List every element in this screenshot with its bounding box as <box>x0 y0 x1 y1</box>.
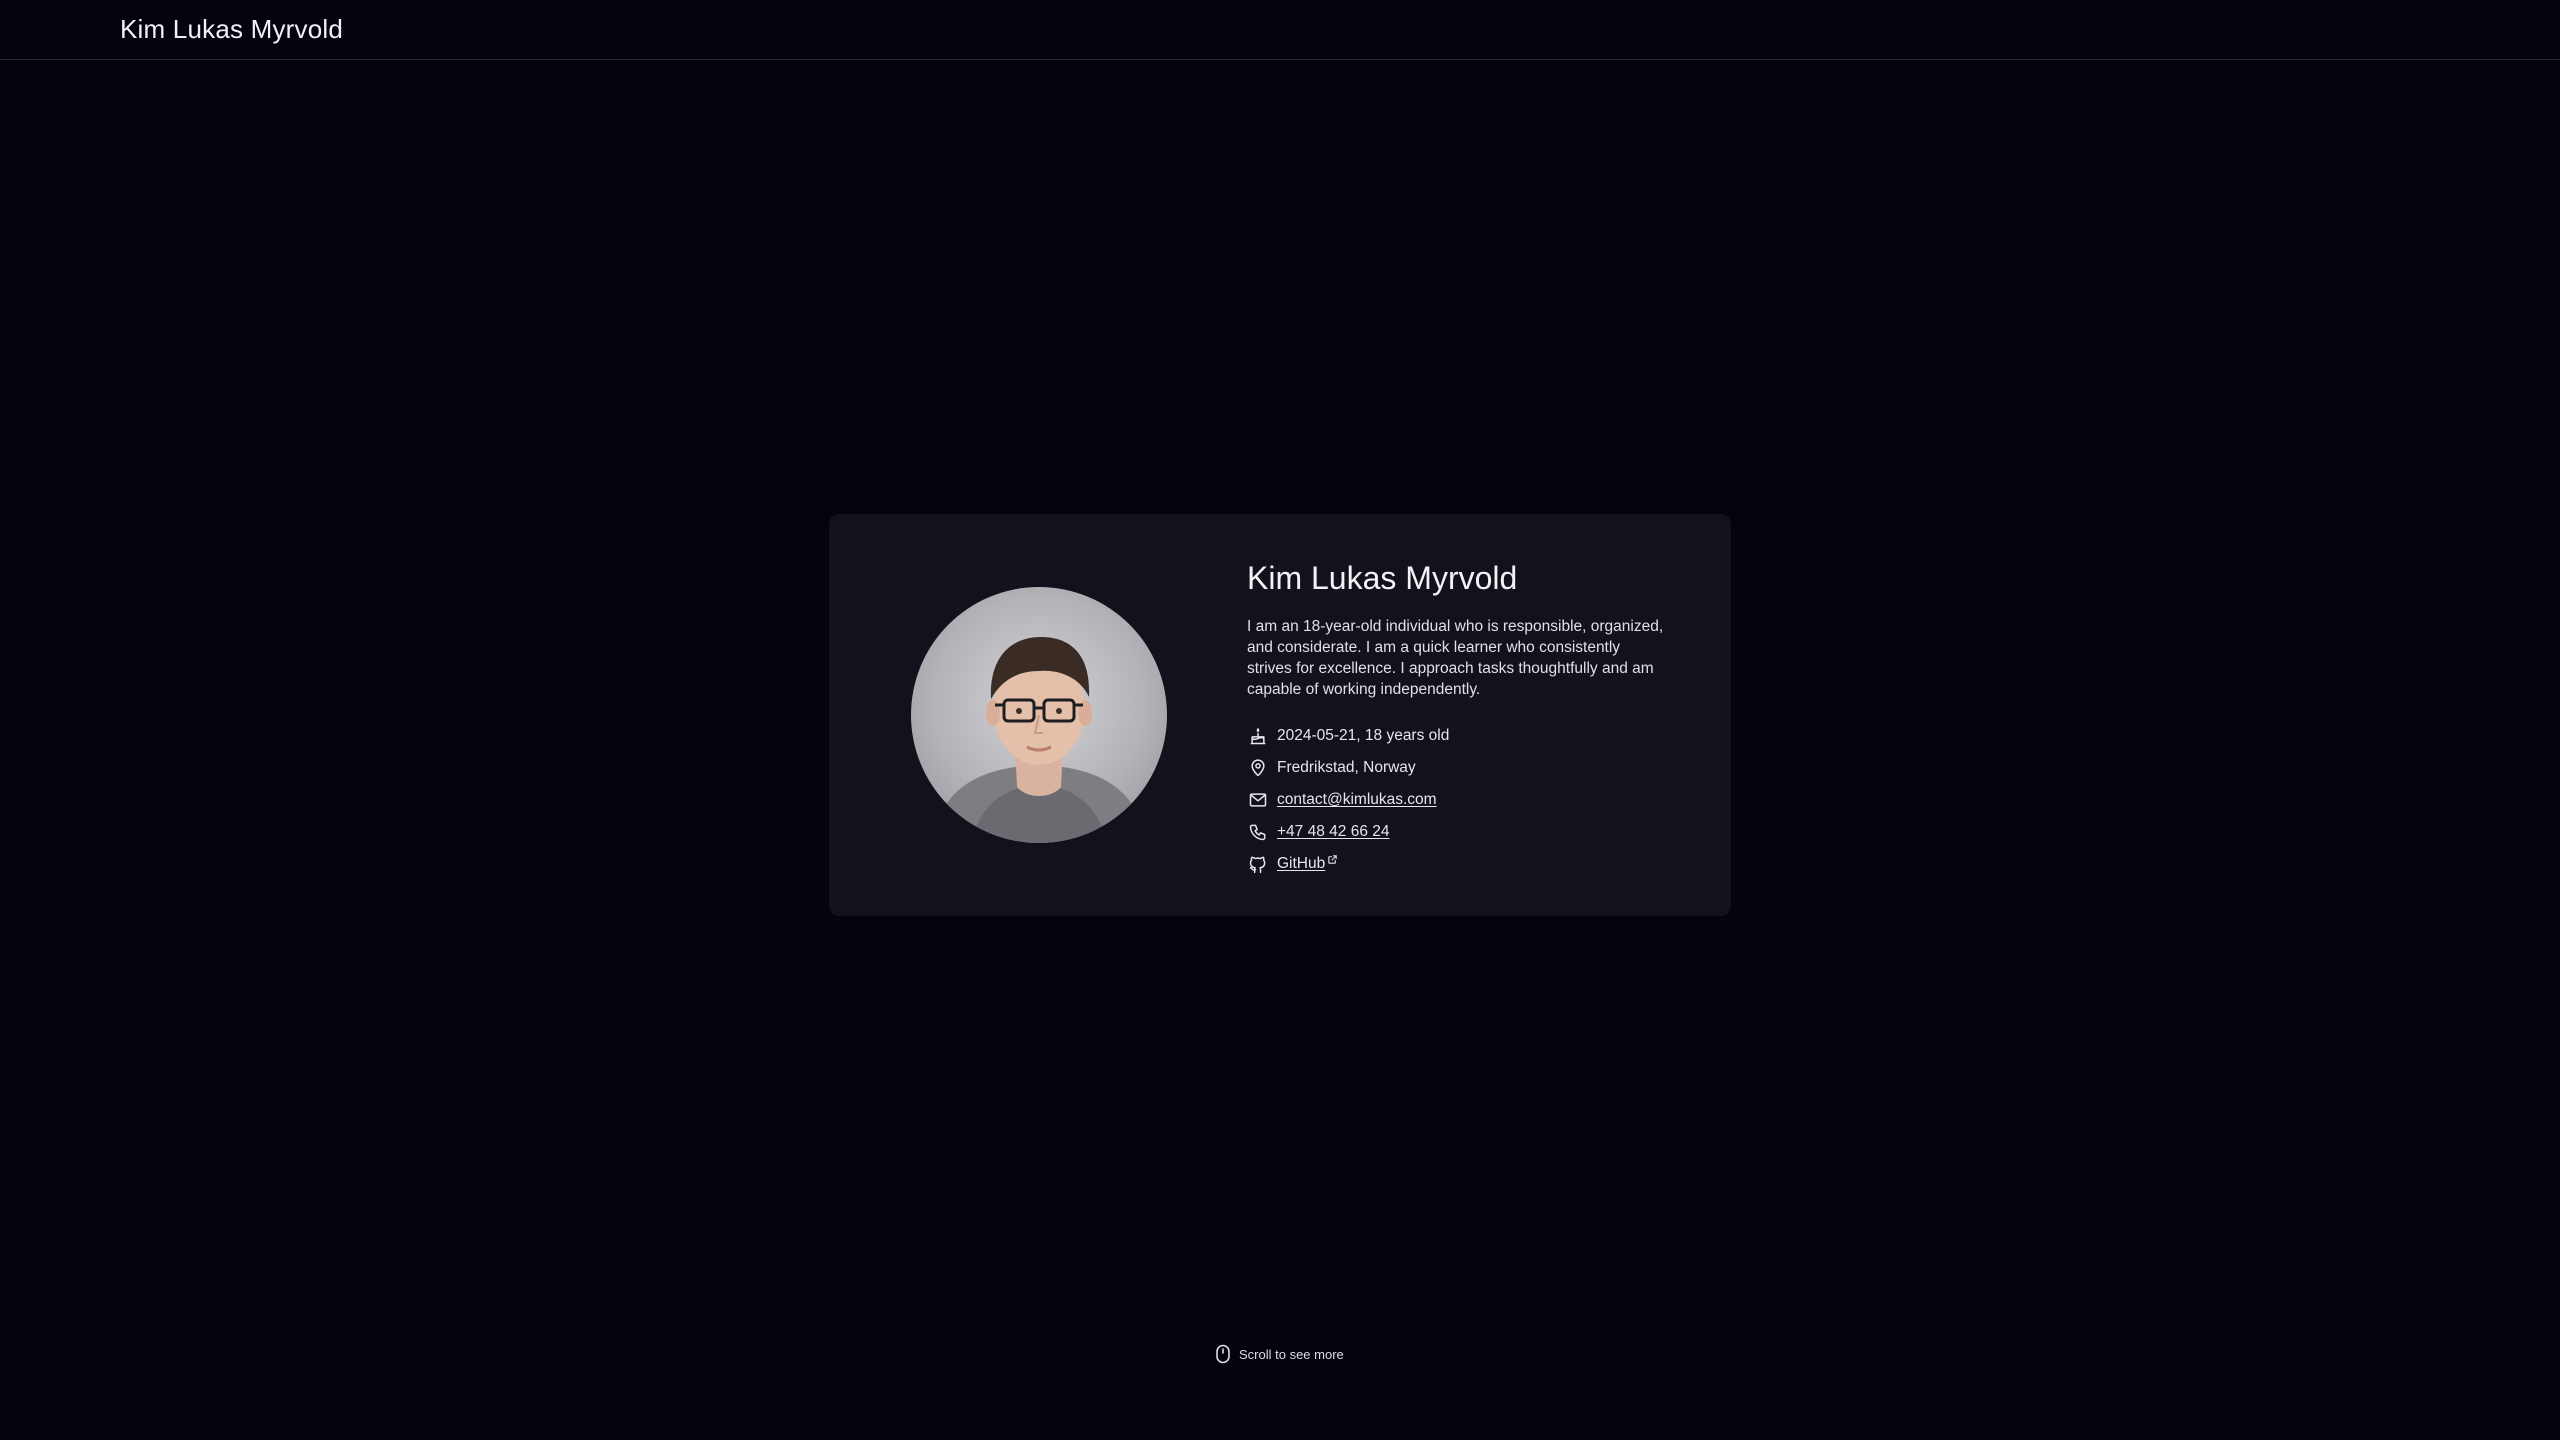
scroll-hint: Scroll to see more <box>1215 1344 1344 1364</box>
top-bar: Kim Lukas Myrvold <box>0 0 2560 60</box>
contact-details: 2024-05-21, 18 years old Fredrikstad, No… <box>1247 720 1667 880</box>
phone-icon <box>1247 821 1269 843</box>
profile-bio: I am an 18-year-old individual who is re… <box>1247 618 1664 698</box>
profile-info: Kim Lukas Myrvold I am an 18-year-old in… <box>1247 558 1667 880</box>
profile-name: Kim Lukas Myrvold <box>1247 560 1518 596</box>
mail-icon <box>1247 789 1269 811</box>
location-row: Fredrikstad, Norway <box>1247 752 1667 784</box>
mouse-icon <box>1215 1344 1231 1364</box>
email-row: contact@kimlukas.com <box>1247 784 1667 816</box>
location-text: Fredrikstad, Norway <box>1277 759 1416 776</box>
github-link[interactable]: GitHub <box>1277 855 1325 873</box>
github-row: GitHub <box>1247 848 1667 880</box>
email-link[interactable]: contact@kimlukas.com <box>1277 791 1437 809</box>
map-pin-icon <box>1247 757 1269 779</box>
profile-card: Kim Lukas Myrvold I am an 18-year-old in… <box>829 514 1731 916</box>
birthday-row: 2024-05-21, 18 years old <box>1247 720 1667 752</box>
cake-icon <box>1247 725 1269 747</box>
phone-link[interactable]: +47 48 42 66 24 <box>1277 823 1389 841</box>
github-icon <box>1247 853 1269 875</box>
profile-photo <box>911 587 1167 843</box>
site-title[interactable]: Kim Lukas Myrvold <box>120 14 343 45</box>
phone-row: +47 48 42 66 24 <box>1247 816 1667 848</box>
scroll-hint-text: Scroll to see more <box>1239 1346 1344 1362</box>
birthday-text: 2024-05-21, 18 years old <box>1277 727 1450 744</box>
external-link-icon <box>1327 852 1338 870</box>
